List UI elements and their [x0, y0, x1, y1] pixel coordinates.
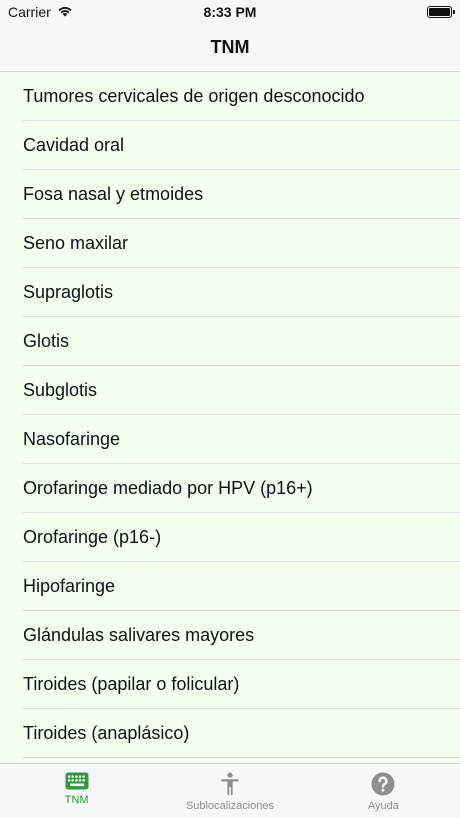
- navigation-bar: TNM: [0, 24, 460, 72]
- person-icon: [220, 772, 240, 796]
- list-item-label: Hipofaringe: [23, 576, 116, 596]
- tab-label: Ayuda: [367, 800, 399, 812]
- list-item[interactable]: Orofaringe (p16-): [0, 513, 460, 562]
- tab-label: TNM: [64, 794, 89, 806]
- list-item-label: Orofaringe mediado por HPV (p16+): [23, 478, 313, 498]
- list-item-label: Fosa nasal y etmoides: [23, 184, 204, 204]
- list-item[interactable]: Tiroides (papilar o folicular): [0, 660, 460, 709]
- list-item[interactable]: Orofaringe mediado por HPV (p16+): [0, 464, 460, 513]
- wifi-icon: [57, 4, 73, 20]
- list-item[interactable]: Tumores cervicales de origen desconocido: [0, 72, 460, 121]
- status-bar: Carrier 8:33 PM: [0, 0, 460, 24]
- list-item-label: Subglotis: [23, 380, 98, 400]
- list-item[interactable]: Supraglotis: [0, 268, 460, 317]
- carrier-label: Carrier: [8, 4, 51, 20]
- status-left: Carrier: [8, 4, 73, 20]
- battery-icon: [427, 6, 455, 18]
- list-item-label: Supraglotis: [23, 282, 114, 302]
- list-item[interactable]: Fosa nasal y etmoides: [0, 170, 460, 219]
- tab-label: Sublocalizaciones: [185, 800, 275, 812]
- list-item[interactable]: Cavidad oral: [0, 121, 460, 170]
- keyboard-icon: [65, 772, 89, 790]
- list-item-label: Glotis: [23, 331, 70, 351]
- tumor-site-list: Tumores cervicales de origen desconocido…: [0, 72, 460, 758]
- list-item-label: Tumores cervicales de origen desconocido: [23, 86, 365, 106]
- page-title: TNM: [210, 37, 250, 57]
- list-item-label: Seno maxilar: [23, 233, 129, 253]
- list-item-label: Orofaringe (p16-): [23, 527, 162, 547]
- tab-bar: TNM Sublocalizaciones Ayuda: [0, 763, 460, 818]
- list-item[interactable]: Subglotis: [0, 366, 460, 415]
- list-item-label: Tiroides (anaplásico): [23, 723, 190, 743]
- list-item[interactable]: Seno maxilar: [0, 219, 460, 268]
- list-item[interactable]: Glotis: [0, 317, 460, 366]
- list-item-label: Glándulas salivares mayores: [23, 625, 255, 645]
- tab-ayuda[interactable]: Ayuda: [307, 764, 460, 818]
- list-item[interactable]: Nasofaringe: [0, 415, 460, 464]
- tab-sublocalizaciones[interactable]: Sublocalizaciones: [153, 764, 306, 818]
- list-item[interactable]: Glándulas salivares mayores: [0, 611, 460, 660]
- list-item-label: Cavidad oral: [23, 135, 125, 155]
- list-item-label: Tiroides (papilar o folicular): [23, 674, 240, 694]
- list-item[interactable]: Hipofaringe: [0, 562, 460, 611]
- question-icon: [371, 772, 395, 796]
- list-item[interactable]: Tiroides (anaplásico): [0, 709, 460, 758]
- list-item-label: Nasofaringe: [23, 429, 121, 449]
- tab-tnm[interactable]: TNM: [0, 764, 153, 818]
